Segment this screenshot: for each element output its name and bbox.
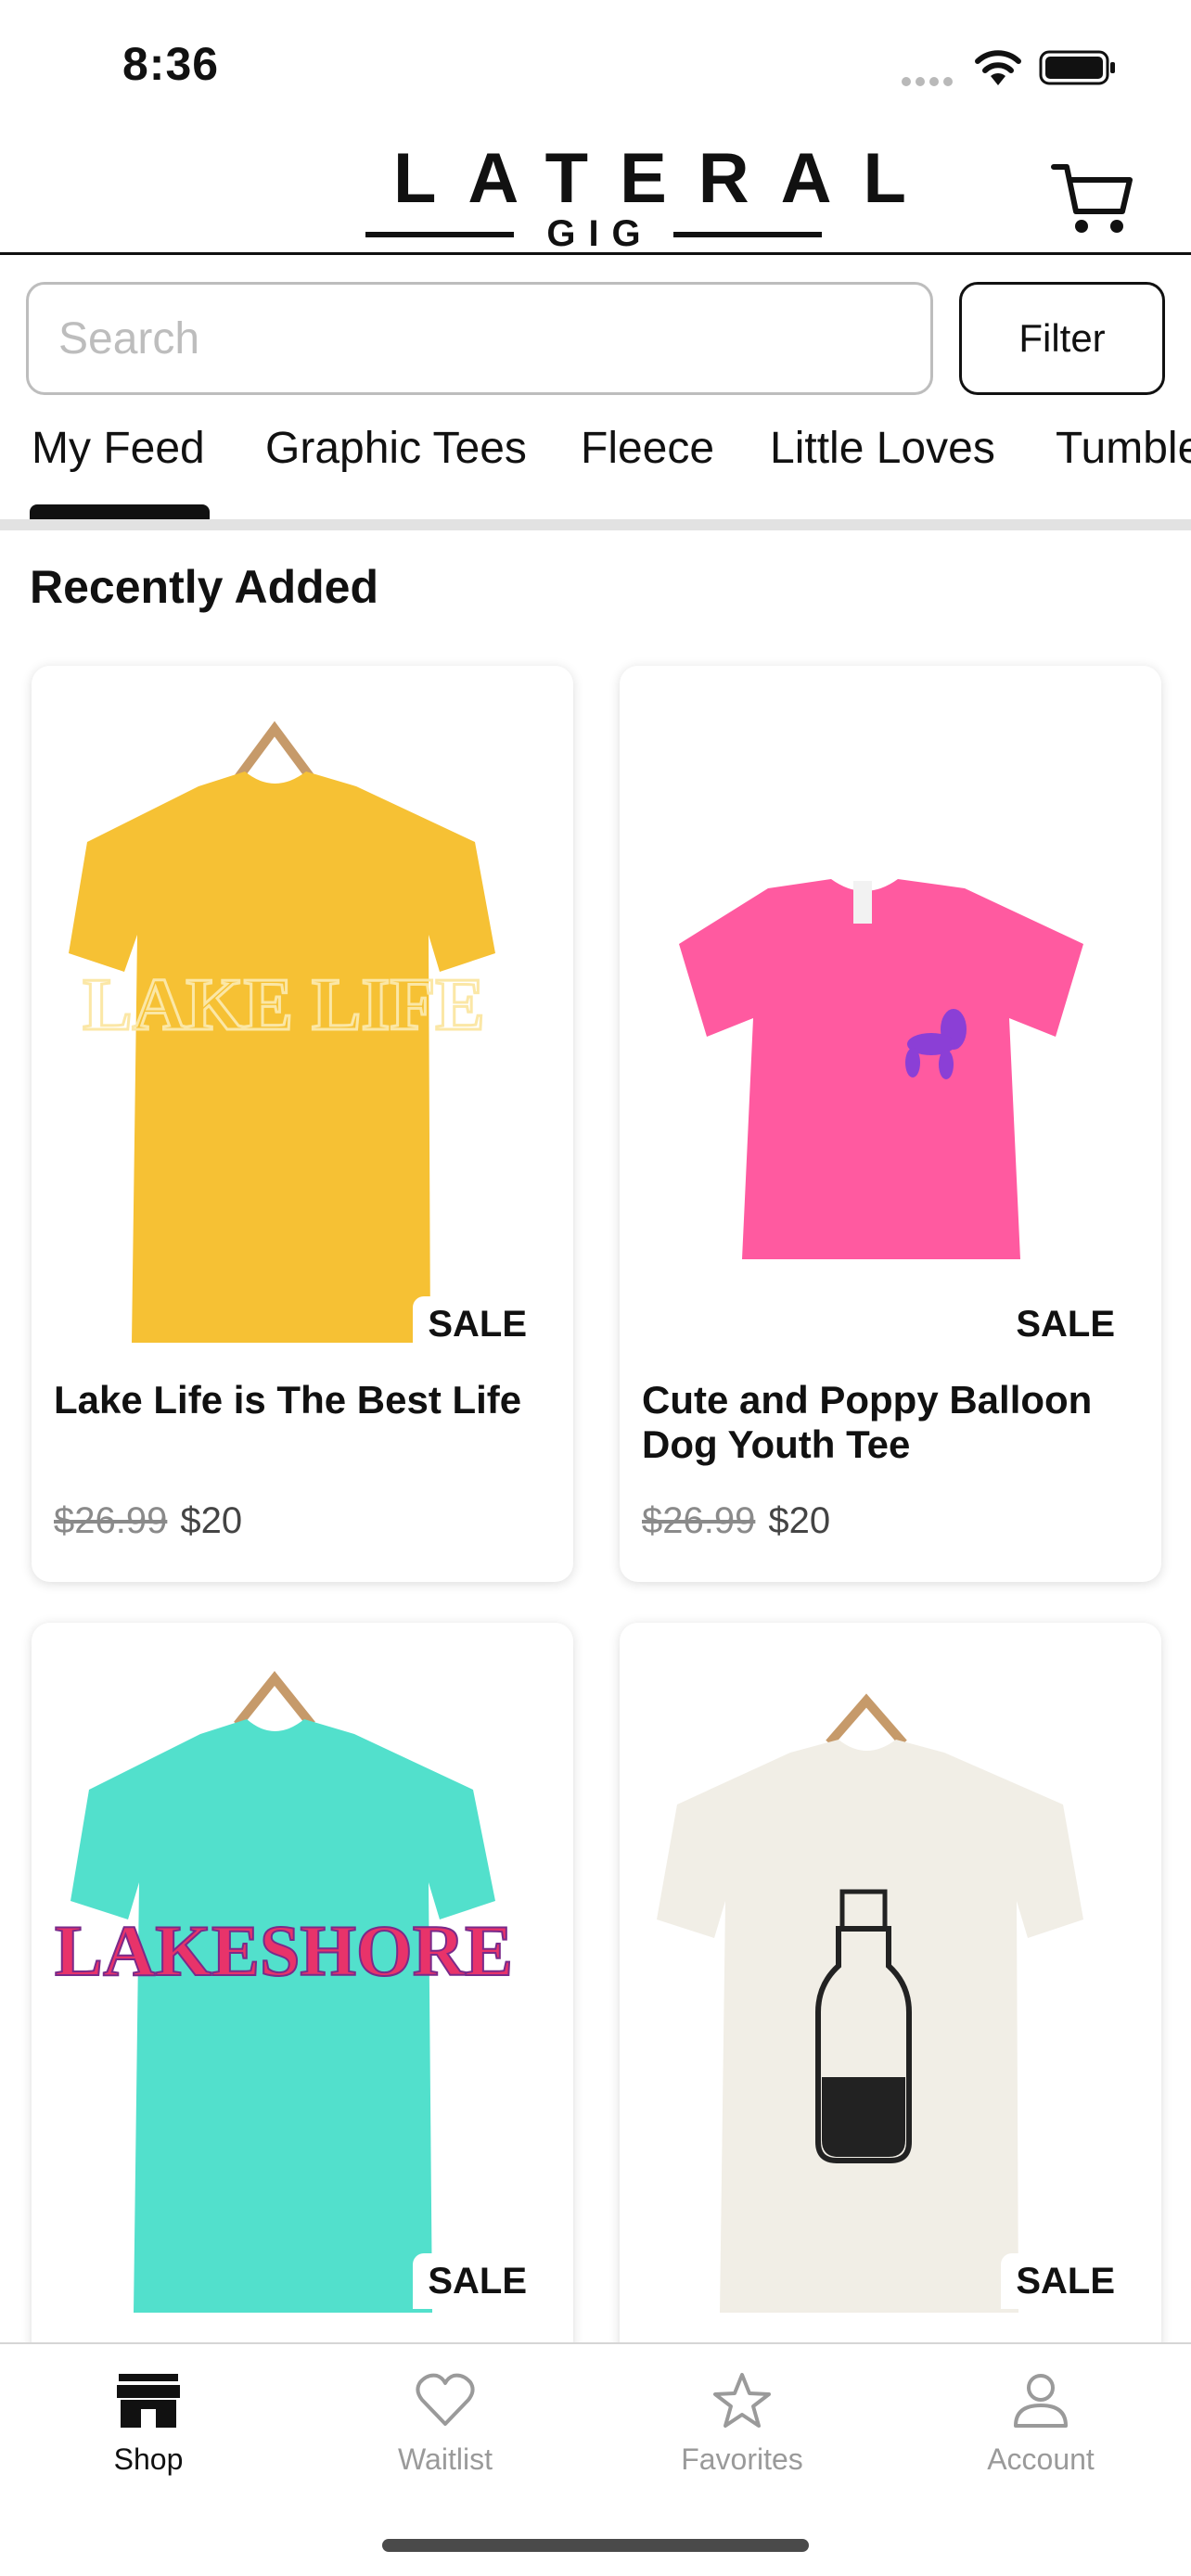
logo-wordmark: LATERAL bbox=[393, 139, 938, 218]
tshirt-body bbox=[657, 1740, 1083, 2313]
product-image[interactable]: LAKE LIFE bbox=[32, 666, 573, 1356]
status-bar: 8:36 bbox=[0, 0, 1191, 130]
active-tab-indicator bbox=[30, 504, 210, 519]
product-card[interactable]: LAKESHORE SALE bbox=[32, 1623, 573, 2383]
heart-icon bbox=[416, 2373, 475, 2426]
tshirt-image bbox=[679, 879, 1083, 1259]
nav-favorites[interactable]: Favorites bbox=[640, 2372, 844, 2493]
category-tabs: My Feed Graphic Tees Fleece Little Loves… bbox=[0, 414, 1191, 529]
sale-badge: SALE bbox=[413, 2253, 542, 2309]
product-image[interactable] bbox=[620, 666, 1161, 1356]
product-title[interactable]: Lake Life is The Best Life bbox=[54, 1378, 555, 1422]
nav-label: Favorites bbox=[681, 2442, 803, 2476]
sale-badge: SALE bbox=[1001, 1296, 1130, 1352]
star-icon bbox=[713, 2373, 771, 2428]
product-image[interactable]: LAKESHORE bbox=[32, 1623, 573, 2313]
sale-price: $20 bbox=[180, 1500, 243, 1541]
tshirt-image: LAKESHORE bbox=[54, 1670, 514, 2313]
tshirt-image: LAKE LIFE bbox=[69, 721, 495, 1343]
product-image[interactable] bbox=[620, 1623, 1161, 2313]
tshirt-body bbox=[70, 1719, 495, 2313]
tab-graphic-tees[interactable]: Graphic Tees bbox=[265, 423, 527, 474]
wifi-icon bbox=[975, 50, 1021, 85]
logo-rule bbox=[673, 232, 822, 237]
battery-icon bbox=[1039, 50, 1115, 85]
tab-tumble[interactable]: Tumble bbox=[1056, 423, 1191, 474]
tshirt-print-text: LAKE LIFE bbox=[83, 964, 484, 1046]
product-title[interactable]: Cute and Poppy Balloon Dog Youth Tee bbox=[642, 1378, 1143, 1467]
tshirt-image bbox=[657, 1693, 1083, 2313]
cart-icon[interactable] bbox=[1048, 152, 1137, 241]
tshirt-body bbox=[69, 772, 495, 1343]
tab-little-loves[interactable]: Little Loves bbox=[770, 423, 995, 474]
nav-label: Waitlist bbox=[398, 2442, 493, 2476]
shop-icon bbox=[117, 2374, 180, 2428]
section-title: Recently Added bbox=[30, 561, 379, 613]
product-price: $26.99 $20 bbox=[54, 1500, 242, 1542]
home-indicator bbox=[382, 2539, 809, 2552]
product-card[interactable]: SALE Cute and Poppy Balloon Dog Youth Te… bbox=[620, 666, 1161, 1582]
product-price: $26.99 $20 bbox=[642, 1500, 830, 1542]
logo-rule bbox=[365, 232, 514, 237]
original-price: $26.99 bbox=[642, 1500, 756, 1541]
product-card[interactable]: LAKE LIFE SALE Lake Life is The Best Lif… bbox=[32, 666, 573, 1582]
tab-fleece[interactable]: Fleece bbox=[581, 423, 714, 474]
tshirt-print-text: LAKESHORE bbox=[55, 1910, 513, 1991]
filter-button[interactable]: Filter bbox=[959, 282, 1165, 395]
sale-badge: SALE bbox=[413, 1296, 542, 1352]
original-price: $26.99 bbox=[54, 1500, 168, 1541]
app-header: LATERAL GIG bbox=[0, 130, 1191, 255]
logo-subtitle: GIG bbox=[546, 213, 654, 254]
nav-label: Account bbox=[987, 2442, 1095, 2476]
nav-label: Shop bbox=[113, 2442, 184, 2476]
sale-badge: SALE bbox=[1001, 2253, 1130, 2309]
brand-logo[interactable]: LATERAL GIG bbox=[362, 137, 938, 254]
cellular-signal-icon bbox=[902, 74, 959, 86]
tshirt-body bbox=[679, 879, 1083, 1259]
status-time: 8:36 bbox=[122, 38, 220, 90]
tabs-divider bbox=[0, 519, 1191, 530]
sale-price: $20 bbox=[768, 1500, 831, 1541]
nav-shop[interactable]: Shop bbox=[46, 2372, 250, 2493]
nav-account[interactable]: Account bbox=[939, 2372, 1143, 2493]
search-input[interactable] bbox=[26, 282, 933, 395]
product-card[interactable]: SALE bbox=[620, 1623, 1161, 2383]
person-icon bbox=[1014, 2374, 1068, 2428]
nav-waitlist[interactable]: Waitlist bbox=[343, 2372, 547, 2493]
tab-my-feed[interactable]: My Feed bbox=[32, 423, 205, 474]
